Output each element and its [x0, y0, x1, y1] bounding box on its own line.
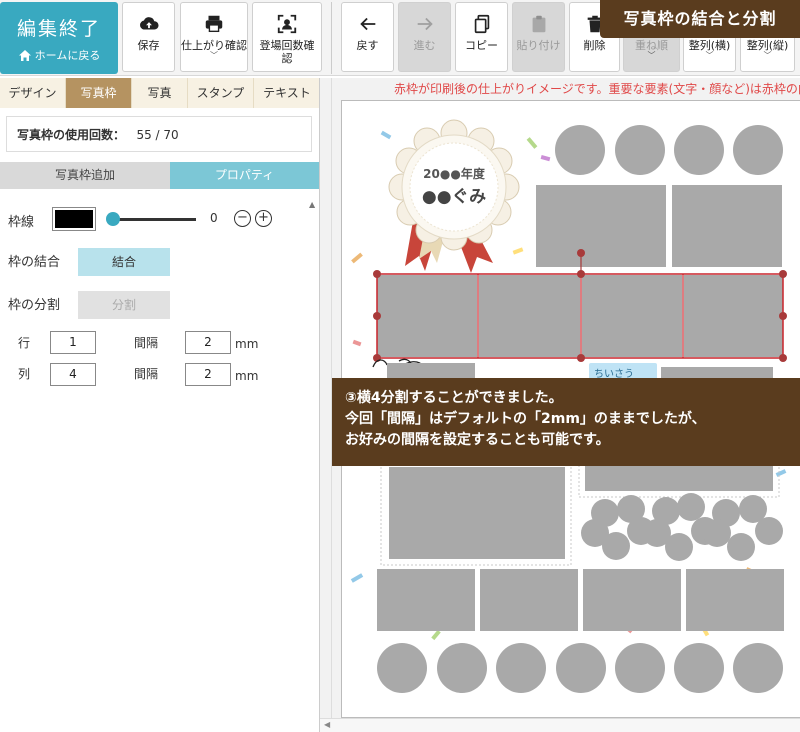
- paste-button[interactable]: 貼り付け: [512, 2, 565, 72]
- frame-usage-label: 写真枠の使用回数：: [17, 128, 126, 142]
- column-gap-label: 間隔: [134, 367, 159, 381]
- merge-button[interactable]: 結合: [78, 248, 170, 276]
- cloud-frames[interactable]: [581, 493, 783, 561]
- edit-end-label: 編集終了: [16, 18, 101, 40]
- arrow-left-icon: [359, 17, 375, 31]
- home-icon: [18, 49, 31, 61]
- appearance-count-label-2: 認: [281, 52, 293, 65]
- row-gap-unit: mm: [235, 337, 259, 351]
- callout-line-2: 今回「間隔」はデフォルトの「2mm」のままでしたが、: [345, 411, 706, 427]
- callout-line-1: ③横4分割することができました。: [345, 390, 563, 406]
- tab-design[interactable]: デザイン: [0, 78, 66, 108]
- column-count-input[interactable]: 4: [50, 363, 96, 386]
- tab-properties[interactable]: プロパティ: [170, 162, 319, 189]
- top-rect-frames[interactable]: [536, 185, 782, 267]
- scroll-left-arrow[interactable]: ◀: [324, 720, 330, 729]
- merge-frames-label: 枠の結合: [8, 255, 61, 270]
- top-circle-frames[interactable]: [555, 125, 783, 175]
- row-count-input[interactable]: 1: [50, 331, 96, 354]
- bottom-circle-frames[interactable]: [377, 643, 783, 693]
- chevron-down-icon: ﹀: [647, 51, 656, 60]
- rosette-emblem: 20●●年度 ●●ぐみ: [388, 119, 520, 273]
- stitched-photo-frame[interactable]: [578, 462, 780, 498]
- tab-photo-frame[interactable]: 写真枠: [66, 78, 132, 108]
- face-scan-icon: [277, 14, 297, 34]
- chevron-down-icon: ﹀: [210, 51, 218, 60]
- copy-button[interactable]: コピー: [455, 2, 508, 72]
- redo-button[interactable]: 進む: [398, 2, 451, 72]
- column-label: 列: [18, 367, 31, 381]
- decrease-button[interactable]: −: [234, 210, 251, 227]
- callout-line-3: お好みの間隔を設定することも可能です。: [345, 432, 610, 448]
- frame-usage-box: 写真枠の使用回数： 55 / 70: [6, 116, 312, 152]
- copy-icon: [474, 14, 489, 34]
- save-button[interactable]: 保存: [122, 2, 175, 72]
- photo-frame[interactable]: [387, 363, 475, 379]
- tab-text[interactable]: テキスト: [254, 78, 320, 108]
- column-gap-unit: mm: [235, 369, 259, 383]
- increase-button[interactable]: +: [255, 210, 272, 227]
- bottom-rect-frames[interactable]: [377, 569, 784, 631]
- row-gap-label: 間隔: [134, 336, 159, 350]
- row-label: 行: [18, 336, 31, 350]
- redo-label: 進む: [413, 39, 436, 52]
- appearance-count-label-1: 登場回数確: [259, 39, 315, 52]
- border-width-value: 0: [210, 211, 218, 225]
- save-label: 保存: [137, 39, 160, 52]
- category-tabs: デザイン 写真枠 写真 スタンプ テキスト: [0, 78, 320, 108]
- column-gap-input[interactable]: 2: [185, 363, 231, 386]
- split-frames-label: 枠の分割: [8, 298, 61, 313]
- border-label: 枠線: [8, 215, 35, 230]
- undo-button[interactable]: 戻す: [341, 2, 394, 72]
- clipboard-icon: [532, 15, 545, 33]
- tutorial-title-badge: 写真枠の結合と分割: [600, 0, 800, 38]
- tab-add-frame[interactable]: 写真枠追加: [0, 162, 170, 189]
- chevron-down-icon: ﹀: [705, 51, 714, 60]
- home-link-label: ホームに戻る: [34, 49, 101, 62]
- frame-usage-value: 55 / 70: [136, 128, 179, 142]
- toolbar: 編集終了 ホームに戻る 保存 仕上がり確認 ﹀ 登場回数確 認 戻す 進む コピ…: [0, 0, 800, 76]
- paste-label: 貼り付け: [516, 39, 561, 52]
- appearance-count-button[interactable]: 登場回数確 認: [252, 2, 322, 72]
- tab-stamp[interactable]: スタンプ: [188, 78, 254, 108]
- border-color-swatch[interactable]: [52, 207, 96, 231]
- border-width-slider[interactable]: [106, 212, 196, 226]
- tab-photo[interactable]: 写真: [132, 78, 188, 108]
- cloud-upload-icon: [139, 17, 159, 30]
- print-area-notice: 赤枠が印刷後の仕上がりイメージです。重要な要素(文字・顔など)は赤枠の内側: [394, 82, 800, 96]
- slider-handle[interactable]: [106, 212, 120, 226]
- chevron-down-icon: ﹀: [763, 51, 772, 60]
- row-gap-input[interactable]: 2: [185, 331, 231, 354]
- rosette-year-text: 20●●年度: [423, 166, 486, 181]
- rosette-class-text: ●●ぐみ: [422, 187, 486, 207]
- toolbar-divider: [331, 2, 332, 74]
- stitched-photo-frame[interactable]: [380, 464, 572, 566]
- horizontal-scrollbar[interactable]: ◀: [320, 718, 800, 732]
- preview-button[interactable]: 仕上がり確認 ﹀: [180, 2, 248, 72]
- copy-label: コピー: [465, 39, 498, 52]
- panel-scroll-up-arrow[interactable]: ▲: [309, 200, 315, 209]
- printer-icon: [205, 15, 223, 33]
- undo-label: 戻す: [356, 39, 379, 52]
- sub-tabs: 写真枠追加 プロパティ: [0, 162, 319, 189]
- edit-end-button[interactable]: 編集終了 ホームに戻る: [0, 2, 118, 74]
- split-button[interactable]: 分割: [78, 291, 170, 319]
- tutorial-callout: ③横4分割することができました。 今回「間隔」はデフォルトの「2mm」のままでし…: [332, 378, 800, 466]
- arrow-right-icon: [417, 17, 433, 31]
- delete-label: 削除: [583, 39, 606, 52]
